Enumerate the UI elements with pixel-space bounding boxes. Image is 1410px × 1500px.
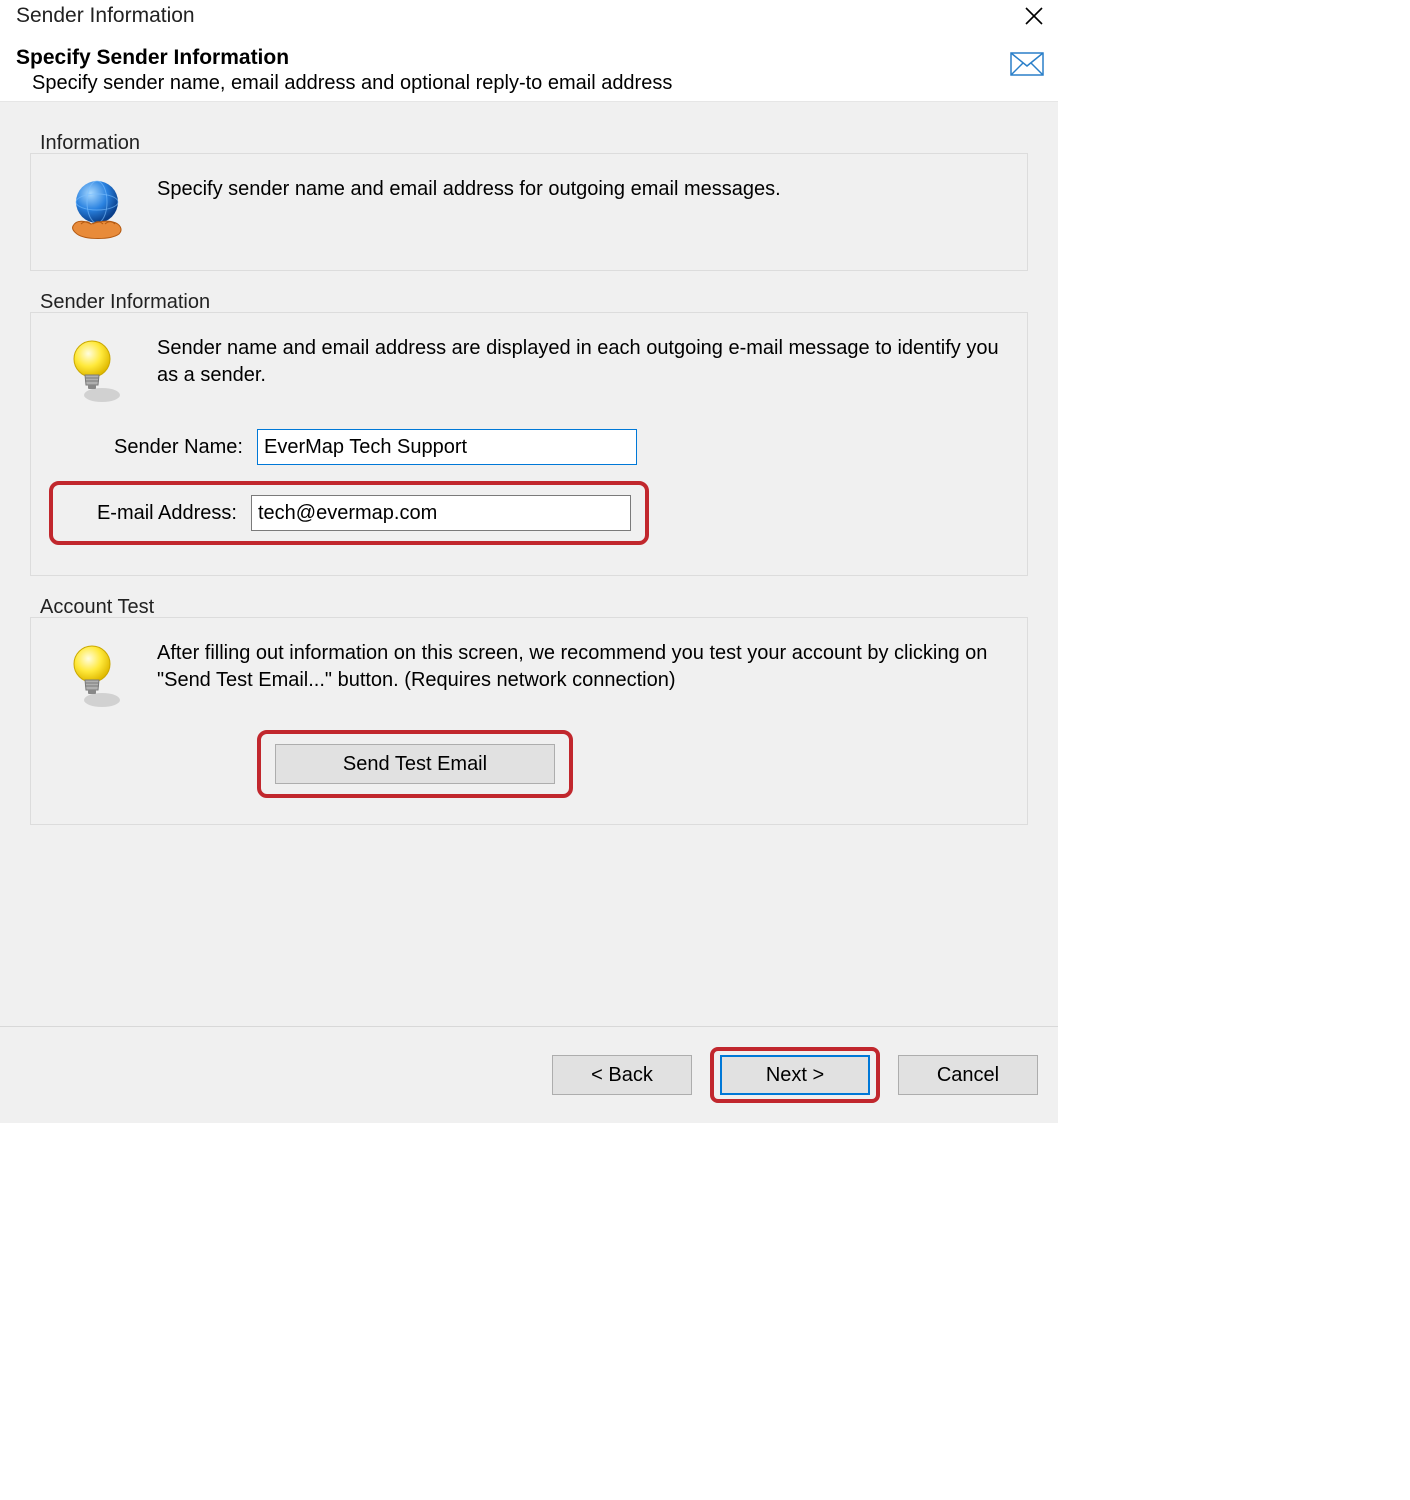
- titlebar: Sender Information: [0, 0, 1058, 36]
- close-icon: [1024, 6, 1044, 26]
- sender-info-text: Sender name and email address are displa…: [157, 335, 1001, 389]
- email-address-label: E-mail Address:: [67, 502, 251, 525]
- wizard-body: Information: [0, 101, 1058, 1026]
- lightbulb-icon: [57, 640, 137, 712]
- sender-info-group: Sender Information: [30, 291, 1028, 576]
- sender-form: Sender Name: E-mail Address:: [57, 429, 1001, 545]
- account-test-text: After filling out information on this sc…: [157, 640, 1001, 694]
- close-button[interactable]: [1022, 4, 1046, 28]
- cancel-button[interactable]: Cancel: [898, 1055, 1038, 1095]
- back-button[interactable]: < Back: [552, 1055, 692, 1095]
- sender-info-legend: Sender Information: [30, 291, 1028, 314]
- information-group: Information: [30, 132, 1028, 271]
- account-test-legend: Account Test: [30, 596, 1028, 619]
- sender-name-input[interactable]: [257, 429, 637, 465]
- email-address-row: E-mail Address:: [57, 481, 1001, 545]
- send-test-email-button[interactable]: Send Test Email: [275, 744, 555, 784]
- send-test-highlight: Send Test Email: [257, 730, 573, 798]
- email-highlight: E-mail Address:: [49, 481, 649, 545]
- account-test-box: After filling out information on this sc…: [30, 617, 1028, 825]
- window-title: Sender Information: [16, 4, 195, 28]
- globe-hand-icon: [57, 176, 137, 244]
- email-address-input[interactable]: [251, 495, 631, 531]
- envelope-icon: [1010, 52, 1044, 82]
- page-subheading: Specify sender name, email address and o…: [32, 72, 1042, 95]
- information-legend: Information: [30, 132, 1028, 155]
- information-text: Specify sender name and email address fo…: [157, 176, 1001, 203]
- next-button[interactable]: Next >: [720, 1055, 870, 1095]
- wizard-footer: < Back Next > Cancel: [0, 1026, 1058, 1123]
- lightbulb-icon: [57, 335, 137, 407]
- sender-name-row: Sender Name:: [57, 429, 1001, 465]
- information-box: Specify sender name and email address fo…: [30, 153, 1028, 271]
- sender-name-label: Sender Name:: [57, 436, 257, 459]
- sender-info-box: Sender name and email address are displa…: [30, 312, 1028, 576]
- page-heading: Specify Sender Information: [16, 46, 1042, 70]
- account-test-group: Account Test After filling out informati…: [30, 596, 1028, 825]
- wizard-header: Specify Sender Information Specify sende…: [0, 36, 1058, 101]
- next-highlight: Next >: [710, 1047, 880, 1103]
